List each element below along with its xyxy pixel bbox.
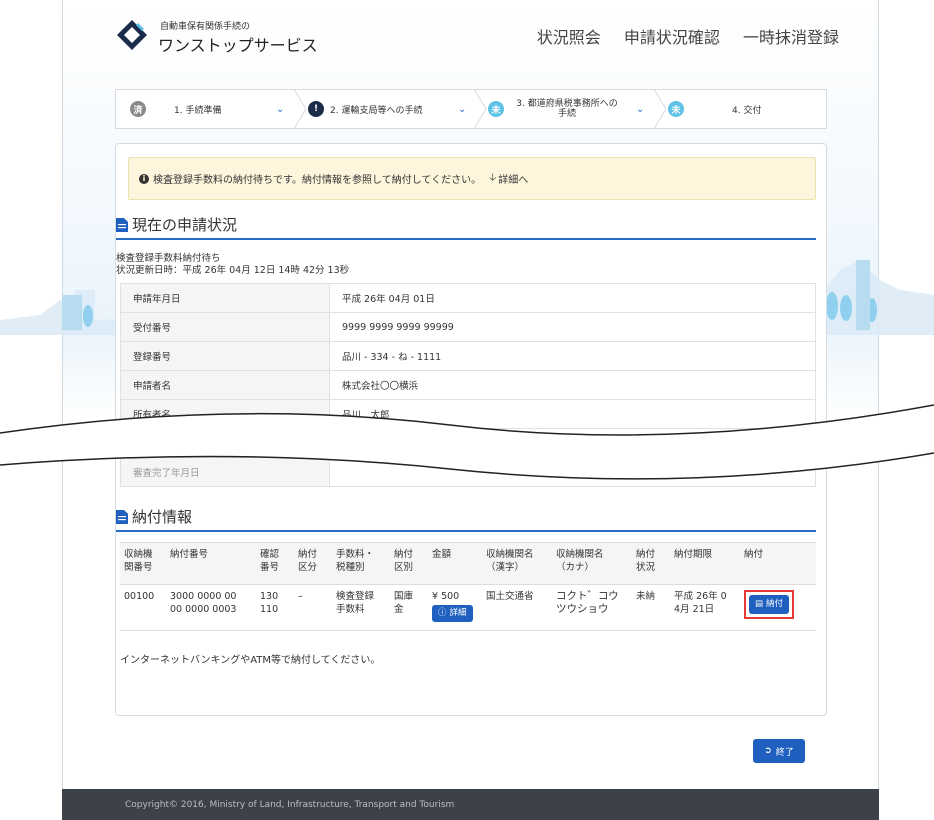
step-2[interactable]: ! 2. 運輸支局等への手続 ⌄ <box>296 89 487 129</box>
table-row: 00100 3000 0000 00 00 0000 0003 130 110 … <box>120 584 816 631</box>
page-break-wave <box>0 404 934 480</box>
nav-temporary-deregistration[interactable]: 一時抹消登録 <box>743 28 839 47</box>
chevron-down-icon[interactable]: ⌄ <box>458 104 466 115</box>
column-header: 収納機関名 （カナ） <box>552 542 632 585</box>
column-header: 納付 区分 <box>294 542 332 585</box>
column-header: 金額 <box>428 542 482 585</box>
payment-info-table: 収納機 関番号 納付番号 確認 番号 納付 区分 手数料・ 税種別 納付 区別 金額 収納機関… <box>120 542 816 631</box>
table-row: 登録番号 品川 - 334 - ね - 1111 <box>120 341 816 371</box>
progress-steps: 済 1. 手続準備 ⌄ ! 2. 運輸支局等への手続 ⌄ 未 3. 都道府県税事… <box>115 89 827 129</box>
column-header: 収納機 関番号 <box>120 542 166 585</box>
section-heading-payment: 納付情報 <box>116 506 816 532</box>
section-title: 現在の申請状況 <box>132 216 238 234</box>
finish-button[interactable]: ➲ 終了 <box>753 739 805 763</box>
step-badge-todo: 未 <box>488 101 504 117</box>
table-header-row: 収納機 関番号 納付番号 確認 番号 納付 区分 手数料・ 税種別 納付 区別 金額 収納機関… <box>120 542 816 585</box>
column-header: 納付 区別 <box>390 542 428 585</box>
step-1[interactable]: 済 1. 手続準備 ⌄ <box>116 89 307 129</box>
step-3[interactable]: 未 3. 都道府県税事務所への手続 ⌄ <box>476 89 667 129</box>
table-row: 受付番号 9999 9999 9999 99999 <box>120 312 816 342</box>
step-label: 3. 都道府県税事務所への手続 <box>516 99 618 119</box>
updated-line: 状況更新日時：平成 26年 04月 12日 14時 42分 13秒 <box>116 265 350 276</box>
alert-detail-link[interactable]: 詳細へ <box>498 171 528 186</box>
step-label: 1. 手続準備 <box>174 105 222 116</box>
info-circle-icon: ⓘ <box>438 608 447 618</box>
arrow-down-icon: 🡣 <box>489 172 497 183</box>
document-icon <box>116 509 128 524</box>
sign-out-icon: ➲ <box>764 746 772 756</box>
table-row: 申請年月日 平成 26年 04月 01日 <box>120 283 816 313</box>
column-header: 手数料・ 税種別 <box>332 542 390 585</box>
payment-note: インターネットバンキングやATM等で納付してください。 <box>120 655 381 666</box>
footer: Copyright© 2016, Ministry of Land, Infra… <box>62 789 879 820</box>
logo-diamond-icon <box>117 20 147 50</box>
amount: ¥ 500 <box>432 591 460 602</box>
step-label: 4. 交付 <box>732 105 762 116</box>
logo-title: ワンストップサービス <box>158 36 318 55</box>
step-badge-current: ! <box>308 101 324 117</box>
status-summary: 検査登録手数料納付待ち 状況更新日時：平成 26年 04月 12日 14時 42… <box>116 253 349 277</box>
credit-card-icon: ▤ <box>755 599 764 609</box>
nav-status-inquiry[interactable]: 状況照会 <box>537 28 601 47</box>
column-header: 納付期限 <box>670 542 740 585</box>
column-header: 納付番号 <box>166 542 256 585</box>
document-icon <box>116 217 128 232</box>
header-nav: 状況照会 申請状況確認 一時抹消登録 <box>519 24 839 48</box>
step-4[interactable]: 未 4. 交付 <box>656 90 826 128</box>
detail-button[interactable]: ⓘ 詳細 <box>432 605 473 622</box>
alert-text: 検査登録手数料の納付待ちです。納付情報を参照して納付してください。 <box>153 175 482 186</box>
column-header: 納付 状況 <box>632 542 670 585</box>
step-badge-todo: 未 <box>668 101 684 117</box>
section-heading-status: 現在の申請状況 <box>116 214 816 240</box>
column-header: 確認 番号 <box>256 542 294 585</box>
pay-button[interactable]: ▤ 納付 <box>749 595 790 614</box>
pay-button-highlight: ▤ 納付 <box>744 590 795 619</box>
column-header: 納付 <box>740 542 816 585</box>
chevron-down-icon[interactable]: ⌄ <box>636 104 644 115</box>
status-line: 検査登録手数料納付待ち <box>116 253 221 264</box>
logo-subtitle: 自動車保有関係手続の <box>160 22 251 32</box>
step-label: 2. 運輸支局等への手続 <box>330 105 423 116</box>
section-title: 納付情報 <box>132 508 193 526</box>
info-circle-icon: i <box>139 173 149 184</box>
step-badge-done: 済 <box>130 101 146 117</box>
nav-application-status[interactable]: 申請状況確認 <box>624 28 720 47</box>
column-header: 収納機関名 （漢字） <box>482 542 552 585</box>
chevron-down-icon[interactable]: ⌄ <box>276 104 284 115</box>
alert-banner: i 検査登録手数料の納付待ちです。納付情報を参照して納付してください。 🡣 詳細… <box>128 157 816 200</box>
